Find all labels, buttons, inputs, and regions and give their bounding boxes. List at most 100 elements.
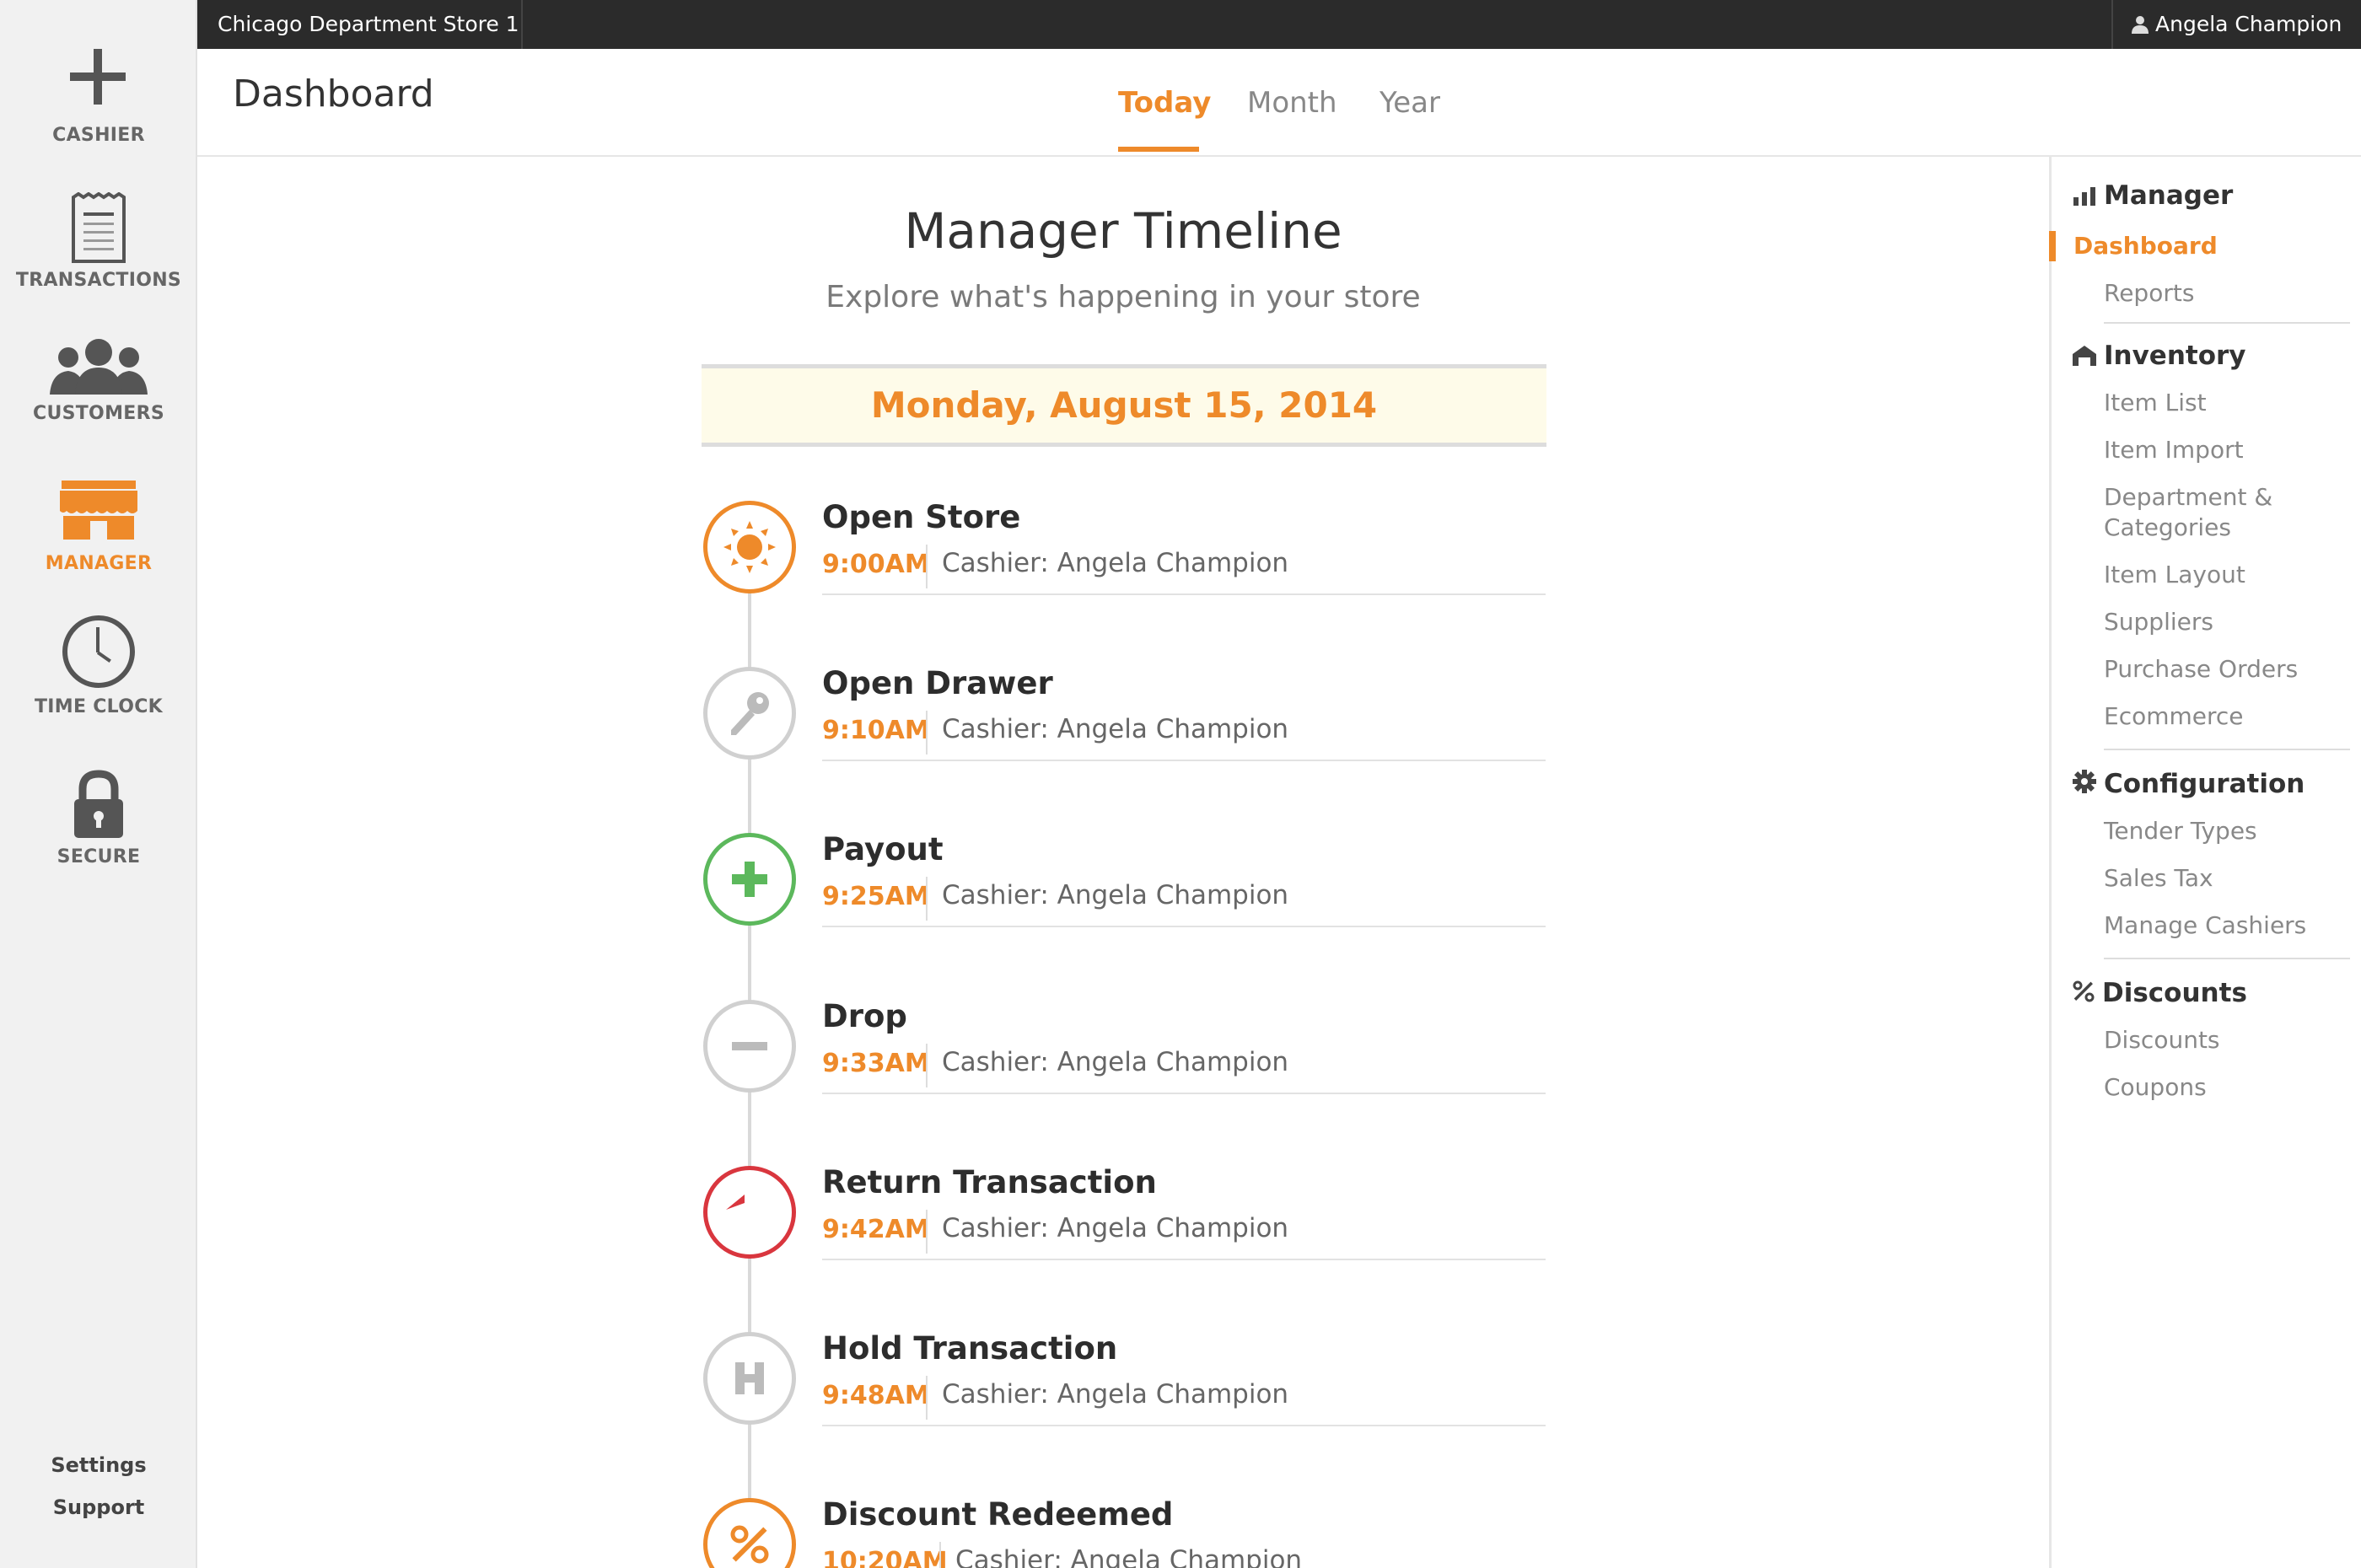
- nav-label: CUSTOMERS: [33, 403, 164, 424]
- tab-month[interactable]: Month: [1247, 86, 1337, 120]
- timeline-title: Manager Timeline: [904, 202, 1342, 260]
- event-cashier: Cashier: Angela Champion: [942, 548, 1289, 578]
- sidebar-item-label: Categories: [2104, 513, 2231, 541]
- support-link[interactable]: Support: [0, 1496, 197, 1519]
- divider: [926, 1044, 928, 1087]
- sidebar-item-item-import[interactable]: Item Import: [2104, 435, 2244, 465]
- event-time: 10:20AM: [822, 1547, 948, 1568]
- sidebar-item-item-layout[interactable]: Item Layout: [2104, 560, 2245, 590]
- people-icon: [50, 339, 148, 395]
- nav-customers[interactable]: CUSTOMERS: [0, 337, 197, 424]
- receipt-icon: [72, 192, 126, 263]
- sidebar-item-manage-cashiers[interactable]: Manage Cashiers: [2104, 910, 2306, 941]
- section-heading-configuration: Configuration: [2072, 769, 2305, 799]
- reply-icon: [726, 1195, 745, 1210]
- page-header: Dashboard Today Month Year: [197, 49, 2361, 157]
- section-heading-manager: Manager: [2072, 180, 2233, 211]
- user-menu[interactable]: Angela Champion: [2111, 0, 2361, 78]
- section-heading-inventory: Inventory: [2072, 341, 2246, 371]
- timeline-event-icon: [703, 1166, 796, 1259]
- bar-chart-icon: [2073, 187, 2095, 206]
- nav-manager[interactable]: MANAGER: [0, 477, 197, 574]
- store-selector[interactable]: Chicago Department Store 1: [197, 0, 523, 78]
- nav-cashier[interactable]: CASHIER: [0, 44, 197, 146]
- divider: [926, 1210, 928, 1254]
- right-sidebar: Manager Dashboard Reports Inventory Item…: [2049, 157, 2361, 1568]
- timeline-event-icon: [703, 501, 796, 593]
- lock-icon: [74, 770, 123, 838]
- divider: [926, 877, 928, 921]
- sidebar-item-dashboard[interactable]: Dashboard: [2073, 231, 2218, 261]
- nav-secure[interactable]: SECURE: [0, 769, 197, 867]
- sidebar-item-coupons[interactable]: Coupons: [2104, 1072, 2207, 1103]
- event-time: 9:00AM: [822, 550, 930, 579]
- event-title: Open Drawer: [822, 665, 1053, 701]
- event-cashier: Cashier: Angela Champion: [955, 1545, 1303, 1568]
- event-title: Drop: [822, 998, 907, 1034]
- divider: [2104, 749, 2350, 750]
- event-time: 9:10AM: [822, 716, 930, 745]
- timeline-event-icon: [703, 1498, 796, 1568]
- divider: [822, 926, 1546, 927]
- minus-icon: [732, 1042, 767, 1050]
- sidebar-item-sales-tax[interactable]: Sales Tax: [2104, 863, 2213, 894]
- nav-label: MANAGER: [45, 553, 153, 574]
- key-icon: [731, 692, 769, 735]
- event-title: Payout: [822, 831, 944, 867]
- event-title: Open Store: [822, 499, 1021, 535]
- tab-year[interactable]: Year: [1379, 86, 1440, 120]
- sidebar-item-ecommerce[interactable]: Ecommerce: [2104, 701, 2244, 732]
- section-heading-text: Manager: [2104, 180, 2234, 211]
- divider: [822, 1425, 1546, 1426]
- sidebar-item-purchase-orders[interactable]: Purchase Orders: [2104, 654, 2298, 685]
- event-cashier: Cashier: Angela Champion: [942, 1379, 1289, 1410]
- section-heading-text: Discounts: [2102, 978, 2247, 1008]
- left-nav: CASHIER TRANSACTIONS CUSTOMERS MANAGER T…: [0, 0, 197, 1568]
- divider: [939, 1542, 941, 1568]
- sidebar-item-reports[interactable]: Reports: [2104, 278, 2194, 309]
- percent-icon: [730, 1525, 769, 1564]
- page-title: Dashboard: [233, 72, 434, 115]
- divider: [926, 545, 928, 588]
- event-cashier: Cashier: Angela Champion: [942, 714, 1289, 744]
- event-cashier: Cashier: Angela Champion: [942, 880, 1289, 910]
- section-heading-text: Configuration: [2104, 769, 2305, 799]
- sidebar-item-suppliers[interactable]: Suppliers: [2104, 607, 2213, 637]
- date-banner: Monday, August 15, 2014: [702, 364, 1546, 447]
- plus-icon: [732, 862, 767, 897]
- gear-icon: [2073, 770, 2096, 793]
- clock-icon: [62, 615, 135, 688]
- event-title: Hold Transaction: [822, 1330, 1118, 1367]
- nav-label: TIME CLOCK: [34, 696, 164, 717]
- event-title: Return Transaction: [822, 1164, 1157, 1200]
- section-heading-text: Inventory: [2104, 341, 2246, 371]
- top-bar: Chicago Department Store 1 Angela Champi…: [197, 0, 2361, 78]
- timeline-event-icon: [703, 833, 796, 926]
- user-name: Angela Champion: [2155, 12, 2342, 36]
- user-icon: [2132, 16, 2149, 34]
- tab-today[interactable]: Today: [1118, 86, 1211, 120]
- divider: [2104, 958, 2350, 959]
- divider: [926, 1376, 928, 1420]
- nav-transactions[interactable]: TRANSACTIONS: [0, 192, 197, 291]
- event-time: 9:33AM: [822, 1049, 930, 1078]
- sidebar-item-discounts[interactable]: Discounts: [2104, 1025, 2220, 1055]
- sidebar-item-item-list[interactable]: Item List: [2104, 388, 2207, 418]
- divider: [822, 593, 1546, 595]
- plus-icon: [70, 49, 126, 105]
- nav-time-clock[interactable]: TIME CLOCK: [0, 614, 197, 717]
- divider: [926, 711, 928, 754]
- settings-link[interactable]: Settings: [0, 1453, 197, 1477]
- storefront-icon: [60, 481, 137, 540]
- section-heading-discounts: Discounts: [2072, 978, 2247, 1008]
- divider: [822, 760, 1546, 761]
- timeline-event-icon: [703, 1000, 796, 1093]
- divider: [822, 1093, 1546, 1094]
- timeline-subtitle: Explore what's happening in your store: [826, 280, 1421, 314]
- store-name: Chicago Department Store 1: [218, 12, 519, 36]
- divider: [2104, 322, 2350, 324]
- sidebar-item-tender-types[interactable]: Tender Types: [2104, 816, 2257, 846]
- nav-label: CASHIER: [52, 125, 145, 146]
- sidebar-item-department-categories[interactable]: Department & Categories: [2104, 482, 2272, 543]
- active-item-indicator: [2049, 231, 2056, 261]
